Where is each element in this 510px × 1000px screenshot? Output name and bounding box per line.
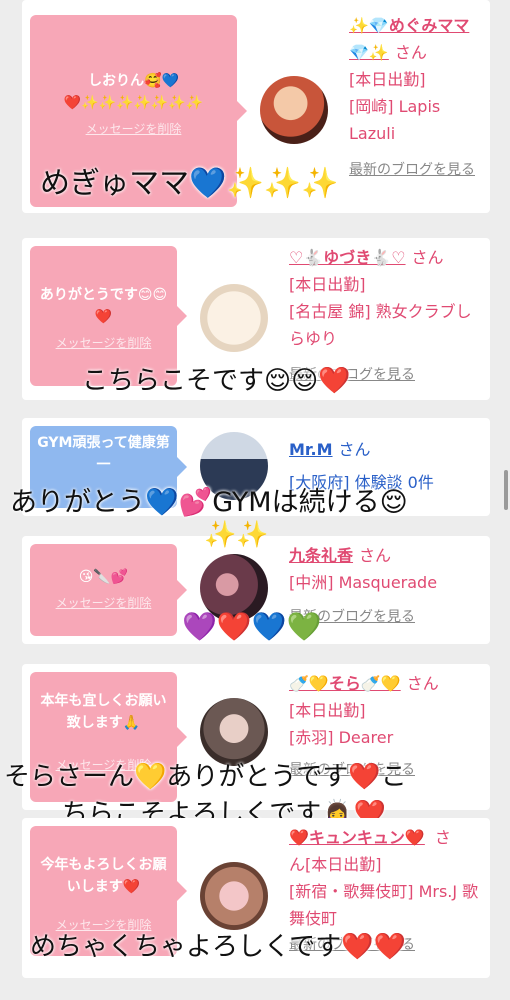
delete-message-link[interactable]: メッセージを削除	[36, 120, 231, 137]
shop-name[interactable]: [岡崎] Lapis Lazuli	[349, 93, 484, 147]
work-status: [本日出勤]	[349, 70, 426, 89]
shop-name[interactable]: [中洲] Masquerade	[289, 569, 484, 596]
bubble-message-text: 今年もよろしくお願いします❤️	[40, 857, 167, 895]
avatar[interactable]	[260, 76, 328, 144]
bubble-message-text: しおりん🥰💙 ❤️✨✨✨✨✨✨✨	[63, 73, 204, 111]
scrollbar[interactable]	[504, 470, 508, 510]
bubble-message-text: 😘🔪💕	[78, 569, 129, 585]
reply-overlay: そらさーん💛ありがとうです❤️こ	[4, 762, 407, 792]
message-bubble: 😘🔪💕 メッセージを削除	[30, 544, 187, 636]
bubble-message-text: 本年も宜しくお願い致します🙏	[40, 693, 167, 731]
delete-message-link[interactable]: メッセージを削除	[36, 334, 171, 351]
delete-message-link[interactable]: メッセージを削除	[36, 594, 171, 611]
honorific: さん	[394, 43, 427, 62]
avatar[interactable]	[200, 284, 268, 352]
profile-name[interactable]: Mr.M	[289, 440, 333, 459]
work-status: ん[本日出勤]	[289, 855, 382, 874]
profile-name[interactable]: 九条礼香	[289, 546, 353, 565]
latest-blog-link[interactable]: 最新のブログを見る	[349, 157, 484, 184]
sparkle-overlay: ✨✨	[204, 520, 269, 550]
shop-name[interactable]: [名古屋 錦] 熟女クラブしらゆり	[289, 298, 484, 352]
bubble-message-text: GYM頑張って健康第一	[37, 435, 170, 473]
shop-name[interactable]: [赤羽] Dearer	[289, 724, 484, 751]
reply-overlay: ありがとう💙💕GYMは続ける😌	[10, 487, 408, 518]
honorific: さ	[434, 828, 451, 847]
honorific: さん	[411, 248, 444, 267]
avatar[interactable]	[200, 862, 268, 930]
profile-name[interactable]: 🍼💛そら🍼💛	[289, 674, 401, 693]
profile-info: ✨💎めぐみママ💎✨ さん [本日出勤] [岡崎] Lapis Lazuli 最新の…	[349, 12, 484, 184]
profile-name[interactable]: ❤️キュンキュン❤️	[289, 828, 425, 847]
reply-overlay: 💜❤️💙💚	[182, 610, 322, 643]
work-status: [本日出勤]	[289, 701, 366, 720]
reply-overlay: こちらこそです😌😌❤️	[82, 366, 351, 396]
work-status: [本日出勤]	[289, 275, 366, 294]
honorific: さん	[359, 546, 392, 565]
reply-overlay: めぎゅママ💙✨✨✨	[40, 166, 339, 201]
honorific: さん	[406, 674, 439, 693]
honorific: さん	[338, 440, 371, 459]
shop-name[interactable]: [新宿・歌舞伎町] Mrs.J 歌舞伎町	[289, 878, 484, 932]
profile-name[interactable]: ♡🐇ゆづき🐇♡	[289, 248, 406, 267]
reply-overlay: めちゃくちゃよろしくです❤️❤️	[30, 932, 406, 962]
bubble-message-text: ありがとうです😊😊❤️	[39, 287, 168, 325]
